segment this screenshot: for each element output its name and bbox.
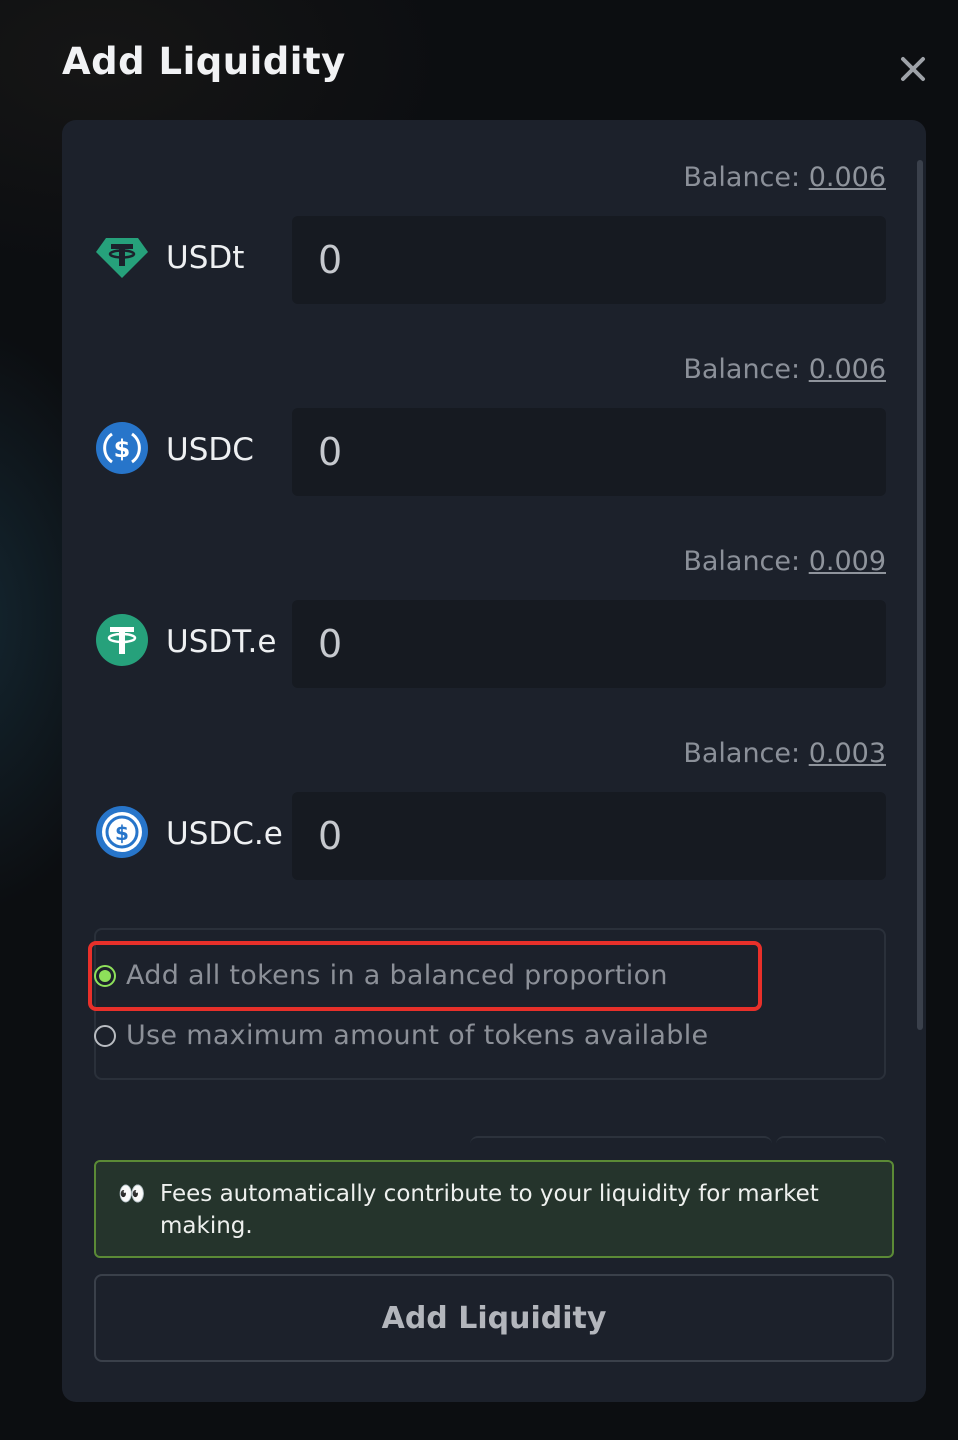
add-liquidity-button[interactable]: Add Liquidity bbox=[94, 1274, 894, 1362]
balance: Balance: 0.006 bbox=[683, 162, 886, 193]
balance-label: Balance: bbox=[683, 738, 801, 769]
balance-label: Balance: bbox=[683, 546, 801, 577]
balance-value[interactable]: 0.009 bbox=[809, 546, 886, 577]
mode-selector bbox=[94, 928, 886, 1080]
token-symbol: USDC.e bbox=[166, 816, 283, 852]
token-symbol: USDT.e bbox=[166, 624, 277, 660]
hidden-tab bbox=[470, 1136, 772, 1148]
close-button[interactable] bbox=[896, 52, 930, 86]
usdc-icon: $ bbox=[96, 806, 148, 858]
balance: Balance: 0.009 bbox=[683, 546, 886, 577]
balance: Balance: 0.003 bbox=[683, 738, 886, 769]
tether-diamond-icon bbox=[96, 230, 148, 282]
usdc-icon: $ bbox=[96, 422, 148, 474]
amount-input-usdt[interactable] bbox=[292, 216, 886, 304]
amount-input-usdt-e[interactable] bbox=[292, 600, 886, 688]
balance-value[interactable]: 0.006 bbox=[809, 354, 886, 385]
modal-title: Add Liquidity bbox=[62, 40, 346, 83]
eyes-icon: 👀 bbox=[118, 1182, 146, 1207]
radio-unchecked-icon bbox=[94, 1024, 116, 1047]
balance-value[interactable]: 0.006 bbox=[809, 162, 886, 193]
radio-balanced[interactable]: Add all tokens in a balanced proportion bbox=[94, 960, 668, 991]
liquidity-card: Balance: 0.006 USDt Balance: 0.006 bbox=[62, 120, 926, 1402]
radio-label: Add all tokens in a balanced proportion bbox=[126, 960, 668, 991]
page: Add Liquidity Balance: 0.006 USDt 0 Bala… bbox=[0, 0, 958, 1440]
amount-input-usdc[interactable] bbox=[292, 408, 886, 496]
radio-maximum[interactable]: Use maximum amount of tokens available bbox=[94, 1020, 708, 1051]
token-symbol: USDC bbox=[166, 432, 254, 468]
svg-text:$: $ bbox=[115, 821, 129, 845]
token-row-usdt: Balance: 0.006 USDt bbox=[62, 120, 926, 304]
info-text: Fees automatically contribute to your li… bbox=[160, 1181, 819, 1239]
svg-text:$: $ bbox=[114, 435, 131, 463]
token-row-usdc: Balance: 0.006 $ USDC bbox=[62, 312, 926, 496]
balance-label: Balance: bbox=[683, 354, 801, 385]
hidden-tab bbox=[776, 1136, 886, 1148]
close-icon bbox=[901, 57, 925, 81]
token-row-usdt-e: Balance: 0.009 USDT.e bbox=[62, 504, 926, 688]
token-symbol: USDt bbox=[166, 240, 245, 276]
token-row-usdc-e: Balance: 0.003 $ USDC.e bbox=[62, 696, 926, 880]
balance-value[interactable]: 0.003 bbox=[809, 738, 886, 769]
balance-label: Balance: bbox=[683, 162, 801, 193]
tether-icon bbox=[96, 614, 148, 666]
info-banner: 👀 Fees automatically contribute to your … bbox=[94, 1160, 894, 1258]
radio-checked-icon bbox=[94, 964, 116, 987]
radio-label: Use maximum amount of tokens available bbox=[126, 1020, 709, 1051]
amount-input-usdc-e[interactable] bbox=[292, 792, 886, 880]
balance: Balance: 0.006 bbox=[683, 354, 886, 385]
